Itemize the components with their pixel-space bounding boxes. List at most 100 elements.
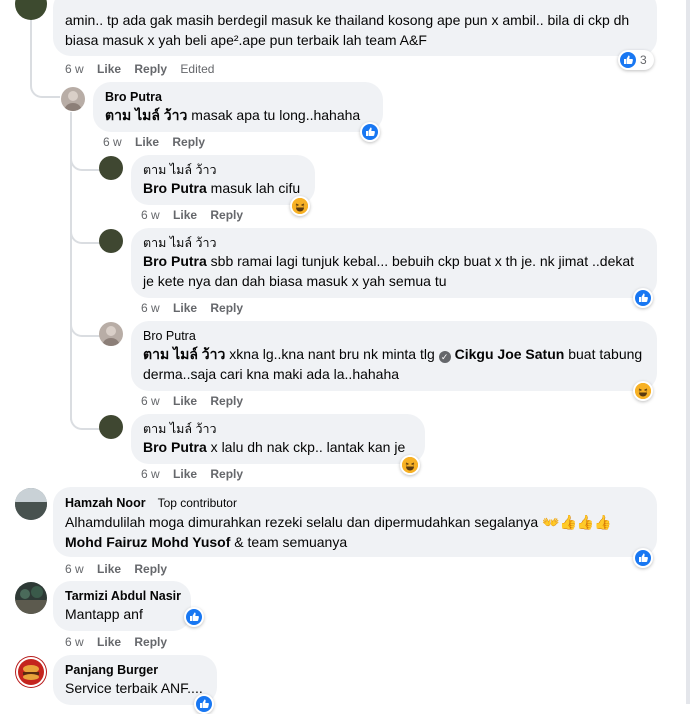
comment-meta: 6 w Like Reply: [141, 466, 253, 482]
top-contributor-badge: Top contributor: [151, 494, 243, 512]
avatar[interactable]: [15, 488, 47, 520]
reaction-summary[interactable]: [184, 607, 204, 627]
comment-bubble: Tarmizi Abdul Nasir Mantapp anf: [53, 581, 191, 631]
comment-time[interactable]: 6 w: [141, 208, 160, 222]
thread-line: [70, 112, 72, 124]
scrollbar[interactable]: [686, 0, 690, 704]
thumbs-up-icon: [362, 124, 378, 140]
reaction-summary[interactable]: 3: [618, 50, 654, 70]
reaction-summary[interactable]: [194, 694, 214, 714]
comment-bubble: ตาม ไมล์ ว้าว Bro Putra masuk lah cifu: [131, 155, 315, 205]
thread-elbow: [70, 218, 100, 244]
like-button[interactable]: Like: [135, 135, 159, 149]
comment-meta: 6 w Like Reply: [103, 134, 215, 150]
reply-button[interactable]: Reply: [210, 208, 243, 222]
avatar[interactable]: [99, 156, 123, 180]
reaction-summary[interactable]: [633, 548, 653, 568]
comment-bubble: Bro Putra ตาม ไมล์ ว้าว xkna lg..kna nan…: [131, 321, 657, 391]
comment-bubble: Hamzah Noor Top contributor Alhamdulilah …: [53, 487, 657, 557]
comment-meta: 6 w Like Reply: [141, 393, 253, 409]
reply-button[interactable]: Reply: [172, 135, 205, 149]
comment-text: amin.. tp ada gak masih berdegil masuk k…: [65, 12, 630, 48]
reaction-count: 3: [640, 53, 647, 67]
haha-emoji-icon: [292, 198, 308, 214]
comment-author[interactable]: ตาม ไมล์ ว้าว: [143, 235, 645, 251]
haha-emoji-icon: [402, 457, 418, 473]
thread-elbow: [70, 311, 100, 337]
comment-meta: 6 w Like Reply: [141, 300, 253, 316]
comment-author[interactable]: Hamzah Noor: [65, 496, 146, 510]
comment-author[interactable]: ตาม ไมล์ ว้าว: [143, 162, 303, 178]
thread-elbow: [70, 404, 100, 430]
comment-time[interactable]: 6 w: [141, 394, 160, 408]
mention-link[interactable]: Cikgu Joe Satun: [455, 346, 565, 362]
like-button[interactable]: Like: [97, 635, 121, 649]
thumbs-up-icon: [186, 609, 202, 625]
comment-time[interactable]: 6 w: [65, 62, 84, 76]
like-button[interactable]: Like: [97, 62, 121, 76]
mention-link[interactable]: Bro Putra: [143, 439, 207, 455]
edited-label: Edited: [180, 62, 215, 76]
avatar[interactable]: [99, 322, 123, 346]
reply-button[interactable]: Reply: [210, 394, 243, 408]
mention-link[interactable]: Bro Putra: [143, 180, 207, 196]
comment-time[interactable]: 6 w: [65, 635, 84, 649]
reaction-summary[interactable]: [290, 196, 310, 216]
comment-time[interactable]: 6 w: [65, 562, 84, 576]
comment-time[interactable]: 6 w: [141, 467, 160, 481]
thread-line: [70, 124, 72, 420]
mention-link[interactable]: ตาม ไมล์ ว้าว: [143, 346, 225, 362]
comment-bubble: Panjang Burger Service terbaik ANF....: [53, 655, 217, 705]
comment-bubble: ตาม ไมล์ ว้าว Bro Putra sbb ramai lagi t…: [131, 228, 657, 298]
reply-button[interactable]: Reply: [134, 62, 167, 76]
reply-button[interactable]: Reply: [134, 562, 167, 576]
thumbs-up-icon: [196, 696, 212, 712]
comment-bubble: Bro Putra ตาม ไมล์ ว้าว masak apa tu lon…: [93, 82, 383, 132]
avatar[interactable]: [15, 582, 47, 614]
reaction-summary[interactable]: [360, 122, 380, 142]
comment-text: Mantapp anf: [65, 606, 143, 622]
thumbs-up-icon: [620, 52, 636, 68]
comment-meta: 6 w Like Reply: [65, 634, 177, 650]
reply-button[interactable]: Reply: [134, 635, 167, 649]
comment-author[interactable]: ตาม ไมล์ ว้าว: [143, 421, 413, 437]
avatar[interactable]: [99, 229, 123, 253]
mention-link[interactable]: ตาม ไมล์ ว้าว: [105, 107, 187, 123]
reaction-summary[interactable]: [633, 381, 653, 401]
avatar[interactable]: [99, 415, 123, 439]
like-button[interactable]: Like: [173, 301, 197, 315]
comment-time[interactable]: 6 w: [103, 135, 122, 149]
comment-meta: 6 w Like Reply: [141, 207, 253, 223]
like-button[interactable]: Like: [173, 208, 197, 222]
thumbs-up-icon: [635, 550, 651, 566]
avatar[interactable]: [15, 0, 47, 20]
comment-text: masuk lah cifu: [206, 180, 301, 196]
comment-text: Service terbaik ANF....: [65, 680, 203, 696]
verified-badge-icon: ✓: [438, 351, 451, 363]
comment-text: & team semuanya: [230, 534, 348, 550]
avatar[interactable]: [61, 87, 85, 111]
mention-link[interactable]: Bro Putra: [143, 253, 207, 269]
like-button[interactable]: Like: [173, 394, 197, 408]
mention-link[interactable]: Mohd Fairuz Mohd Yusof: [65, 534, 230, 550]
comment-text: x lalu dh nak ckp.. lantak kan je: [206, 439, 406, 455]
comment-text: xkna lg..kna nant bru nk minta tlg: [225, 346, 439, 362]
reaction-summary[interactable]: [400, 455, 420, 475]
reaction-summary[interactable]: [633, 288, 653, 308]
like-button[interactable]: Like: [97, 562, 121, 576]
comment-author[interactable]: Bro Putra: [105, 89, 371, 105]
avatar[interactable]: [15, 656, 47, 688]
reply-button[interactable]: Reply: [210, 467, 243, 481]
comment-author[interactable]: Tarmizi Abdul Nasir: [65, 588, 181, 604]
comment-author[interactable]: Panjang Burger: [65, 662, 205, 678]
comment-bubble: amin.. tp ada gak masih berdegil masuk k…: [53, 0, 657, 56]
comment-author[interactable]: Bro Putra: [143, 328, 645, 344]
like-button[interactable]: Like: [173, 467, 197, 481]
comment-bubble: ตาม ไมล์ ว้าว Bro Putra x lalu dh nak ck…: [131, 414, 425, 464]
comment-meta: 6 w Like Reply Edited: [65, 61, 224, 77]
reply-button[interactable]: Reply: [210, 301, 243, 315]
thread-elbow: [30, 70, 60, 98]
thumbs-up-icon: [635, 290, 651, 306]
comment-time[interactable]: 6 w: [141, 301, 160, 315]
thread-elbow: [70, 145, 100, 171]
